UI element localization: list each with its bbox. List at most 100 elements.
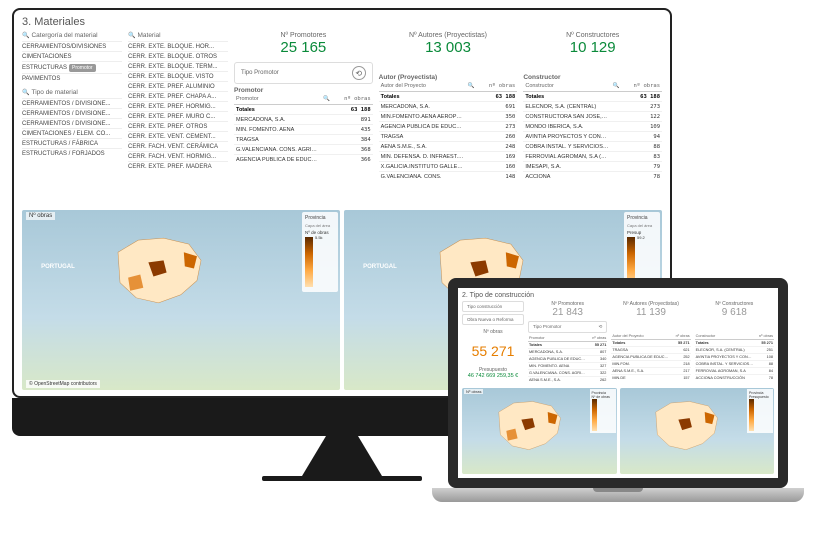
kpi-promotores: Nº Promotores 25 165 <box>234 32 373 56</box>
list-item[interactable]: CERR. EXTE. BLOQUE. HOR... <box>128 41 228 51</box>
table-row[interactable]: AENA S.M.E., S.A.248 <box>379 142 518 152</box>
list-item[interactable]: CERR. EXTE. VENT. CEMENT... <box>128 131 228 141</box>
map-label: Nº obras <box>26 212 55 220</box>
table-row[interactable]: AVINTIA PROYECTOS Y CONSTRUCCIONES, S.L.… <box>523 132 662 142</box>
list-item[interactable]: PAVIMENTOS <box>22 73 122 83</box>
list-item[interactable]: ESTRUCTURASPromotor <box>22 61 122 73</box>
map-obras[interactable]: Nº obras Provincia Nº de obras <box>462 388 617 474</box>
table-row[interactable]: TRAGSA260 <box>379 132 518 142</box>
list-item[interactable]: CERR. EXTE. BLOQUE. OTROS <box>128 51 228 61</box>
obra-selector[interactable]: Obra Nueva o Reforma <box>462 314 524 325</box>
table-row[interactable]: X.GALICIA.INSTITUTO GALLEGO VIV. Y SUELO… <box>379 162 518 172</box>
tipo-promotor-selector[interactable]: Tipo Promotor ⟲ <box>234 62 373 84</box>
dashboard-laptop: 2. Tipo de construcción Tipo construcció… <box>458 288 778 478</box>
map-obras[interactable]: Nº obras PORTUGAL © OpenStreetMap contri… <box>22 210 340 390</box>
section-title: 2. Tipo de construcción <box>462 292 774 299</box>
table-row[interactable]: AGENCIA PUBLICA DE EDUCACION273 <box>379 122 518 132</box>
kpi-autores: 11 139 <box>611 307 690 318</box>
refresh-icon[interactable]: ⟲ <box>352 66 366 80</box>
table-row[interactable]: MIN. FOMENTO. AENA435 <box>234 125 373 135</box>
list-item[interactable]: CERR. EXTE. PREF. OTROS <box>128 121 228 131</box>
map-legend: Provincia Nº de obras <box>590 389 616 433</box>
table-row[interactable]: MONDO IBERICA, S.A.109 <box>523 122 662 132</box>
table-row[interactable]: TRAGSA384 <box>234 135 373 145</box>
search-icon: 🔍 <box>128 32 135 39</box>
table-row[interactable]: CONSTRUCTORA SAN JOSE, S.A.122 <box>523 112 662 122</box>
categoria-filter-label: 🔍Catergoría del material <box>22 32 122 39</box>
table-row[interactable]: MERCADONA, S.A.891 <box>234 115 373 125</box>
list-item[interactable]: CERR. EXTE. PREF. CHAPA A... <box>128 91 228 101</box>
kpi-promotores: 21 843 <box>528 307 607 318</box>
material-list[interactable]: CERR. EXTE. BLOQUE. HOR... CERR. EXTE. B… <box>128 41 228 171</box>
table-row[interactable]: MERCADONA, S.A.691 <box>379 102 518 112</box>
kpi-constructores: 9 618 <box>695 307 774 318</box>
promotor-column: Nº Promotores 21 843 Tipo Promotor⟲ Prom… <box>528 301 607 393</box>
constructor-table-header: Constructor <box>523 74 662 81</box>
table-row[interactable]: G.VALENCIANA. CONS. AGRICULTURA Y MED.AM… <box>234 145 373 155</box>
table-row[interactable]: FERROVIAL AGROMAN, S.A84 <box>695 368 774 375</box>
list-item[interactable]: ESTRUCTURAS / FORJADOS <box>22 148 122 158</box>
list-item[interactable]: CERRAMIENTOS/DIVISIONES <box>22 41 122 51</box>
constructor-table: Constructor🔍nº obras Totales63 188 ELECN… <box>523 81 662 181</box>
list-item[interactable]: CERR. EXTE. PREF. MADERA <box>128 161 228 171</box>
table-row[interactable]: COBRA INSTAL. Y SERVICIOS, S.A. (CENTRAL… <box>523 142 662 152</box>
table-row[interactable]: AGENCIA PUBLICA DE EDUCACION252 <box>611 354 690 361</box>
promotor-table: Promotor🔍nº obras Totales63 188 MERCADON… <box>234 94 373 164</box>
map-attribution: © OpenStreetMap contributors <box>26 380 100 388</box>
material-filter-label: 🔍Material <box>128 32 228 39</box>
tipo-list[interactable]: CERRAMIENTOS / DIVISIONE... CERRAMIENTOS… <box>22 98 122 158</box>
search-icon: 🔍 <box>22 89 29 96</box>
autor-table: Autor del Proyectonº obras Totales55 271… <box>611 333 690 381</box>
categoria-list[interactable]: CERRAMIENTOS/DIVISIONES CIMENTACIONES ES… <box>22 41 122 83</box>
list-item[interactable]: CERR. FACH. VENT. CERÁMICA <box>128 141 228 151</box>
table-row[interactable]: AGENCIA PUBLICA DE EDUCACIÓN340 <box>528 356 607 363</box>
spain-choropleth <box>79 232 238 313</box>
list-item[interactable]: CERR. EXTE. BLOQUE. VISTO <box>128 71 228 81</box>
refresh-icon[interactable]: ⟲ <box>599 324 603 330</box>
list-item[interactable]: CIMENTACIONES / ELEM. CO... <box>22 128 122 138</box>
table-row[interactable]: TRAGSA621 <box>611 347 690 354</box>
table-row[interactable]: G.VALENCIANA. CONS.148 <box>379 172 518 182</box>
list-item[interactable]: CERRAMIENTOS / DIVISIONE... <box>22 118 122 128</box>
table-row[interactable]: FERROVIAL AGROMAN, S.A (CENTRAL: EDIF)83 <box>523 152 662 162</box>
table-row[interactable]: ELECNOR, S.A. (CENTRAL)273 <box>523 102 662 112</box>
list-item[interactable]: CERR. EXTE. BLOQUE. TERM... <box>128 61 228 71</box>
constructor-column: Nº Constructores 10 129 Constructor Cons… <box>523 32 662 180</box>
table-row[interactable]: ACCIONA78 <box>523 172 662 182</box>
list-item[interactable]: CERR. EXTE. PREF. ALUMINIO <box>128 81 228 91</box>
constructor-table: Constructornº obras Totales55 271 ELECNO… <box>695 333 774 381</box>
list-item[interactable]: CERR. EXTE. PREF. MURO C... <box>128 111 228 121</box>
tipo-promotor-selector[interactable]: Tipo Promotor⟲ <box>528 321 607 333</box>
list-item[interactable]: CERRAMIENTOS / DIVISIONE... <box>22 108 122 118</box>
table-row[interactable]: AENA S.M.E., S.A.262 <box>528 377 607 384</box>
table-row[interactable]: MIN. DEFENSA. D. INFRAEST. EJERCITO TIER… <box>379 152 518 162</box>
laptop-device: 2. Tipo de construcción Tipo construcció… <box>432 278 804 538</box>
list-item[interactable]: CERRAMIENTOS / DIVISIONE... <box>22 98 122 108</box>
table-row[interactable]: IMESAPI, S.A.79 <box>523 162 662 172</box>
table-row[interactable]: ELECNOR, S.A. (CENTRAL)251 <box>695 347 774 354</box>
maps-row: Nº obras Provincia Nº de obras <box>462 388 774 474</box>
list-item[interactable]: CIMENTACIONES <box>22 51 122 61</box>
map-presupuesto[interactable]: Provincia Presupuesto <box>620 388 775 474</box>
table-row[interactable]: MIN.DE157 <box>611 375 690 382</box>
promotor-table-header: Promotor <box>234 87 373 94</box>
table-row[interactable]: AVINTIA PROYECTOS Y CONSTR.108 <box>695 354 774 361</box>
kpi-obras: 55 271 <box>462 343 524 359</box>
spain-choropleth <box>481 397 577 457</box>
tipo-constr-selector[interactable]: Tipo construcción <box>462 301 524 312</box>
table-row[interactable]: MIN.FOMENTO.AENA AEROPUERTO BILBAO350 <box>379 112 518 122</box>
table-row[interactable]: G.VALENCIANA. CONS. AGRIC. Y MED.AMB.322 <box>528 370 607 377</box>
autor-column: Nº Autores (Proyectistas) 11 139 Autor d… <box>611 301 690 393</box>
table-row[interactable]: MERCADONA, S.A.807 <box>528 349 607 356</box>
table-row[interactable]: AGENCIA PUBLICA DE EDUCACIÓN366 <box>234 155 373 165</box>
table-row[interactable]: MIN. FOMENTO. AENA327 <box>528 363 607 370</box>
table-row[interactable]: AENA S.M.E., S.A.217 <box>611 368 690 375</box>
autor-column: Nº Autores (Proyectistas) 13 003 Autor (… <box>379 32 518 180</box>
spain-choropleth <box>638 397 734 457</box>
list-item[interactable]: CERR. FACH. VENT. HORMIG... <box>128 151 228 161</box>
table-row[interactable]: ACCIONA CONSTRUCCIÓN78 <box>695 375 774 382</box>
table-row[interactable]: COBRA INSTAL. Y SERVICIOS, S.A.88 <box>695 361 774 368</box>
table-row[interactable]: MIN.FOM.218 <box>611 361 690 368</box>
list-item[interactable]: ESTRUCTURAS / FÁBRICA <box>22 138 122 148</box>
list-item[interactable]: CERR. EXTE. PREF. HORMIG... <box>128 101 228 111</box>
